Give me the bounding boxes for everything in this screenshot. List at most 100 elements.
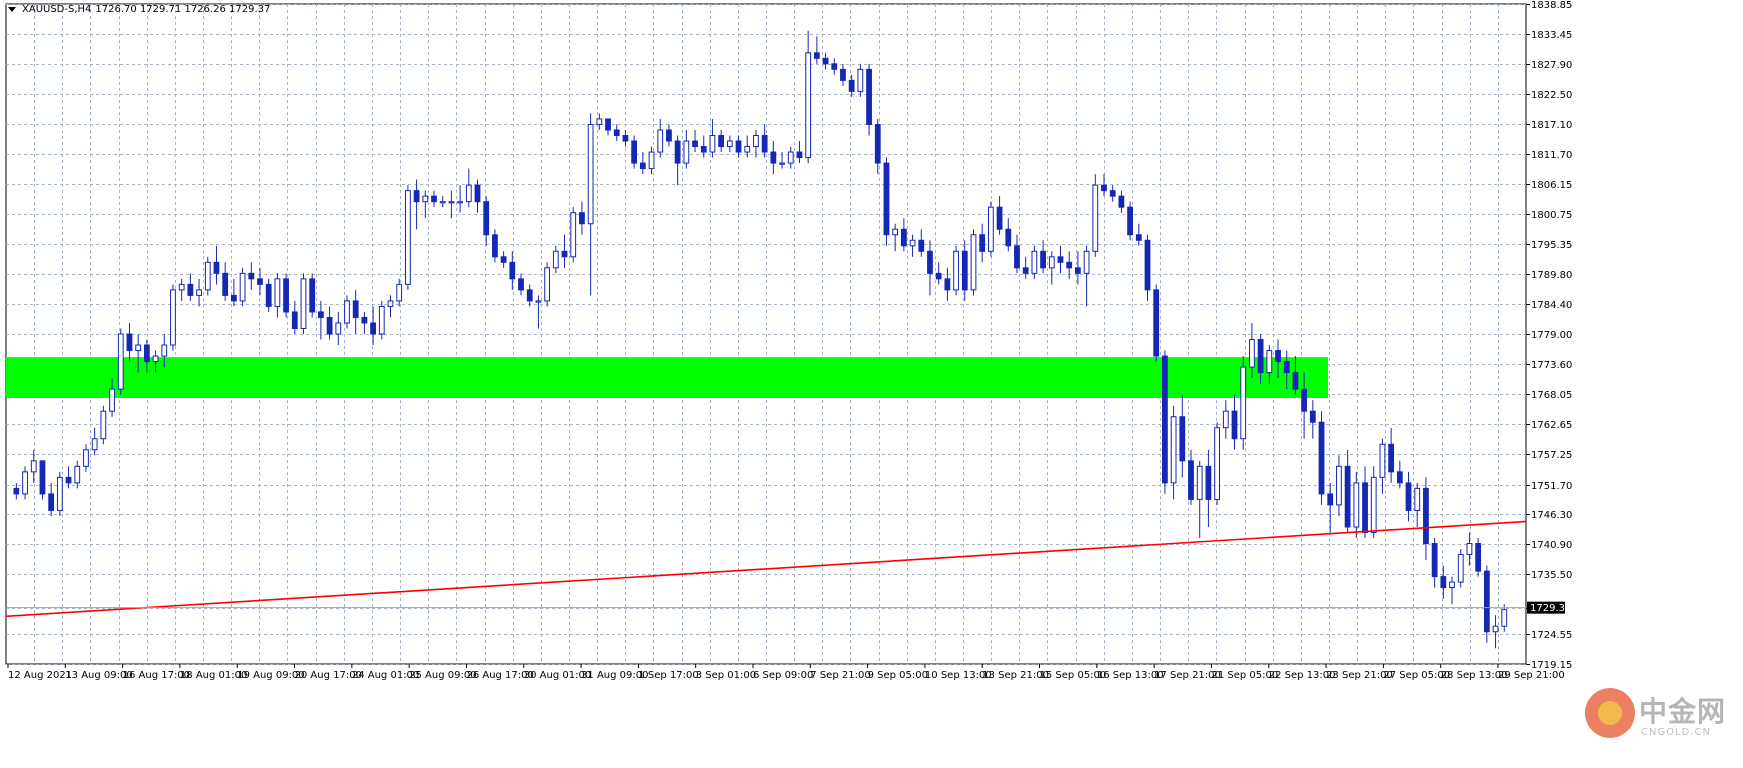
candle-body xyxy=(1109,190,1116,197)
y-tick-label: 1833.45 xyxy=(1531,30,1572,41)
candle-body xyxy=(1431,543,1438,578)
candle-body xyxy=(1092,184,1099,252)
candle-body xyxy=(1179,416,1186,462)
candle-body xyxy=(648,151,655,170)
candle-body xyxy=(518,278,524,291)
candle-body xyxy=(779,162,785,165)
chart-grid xyxy=(5,3,1527,665)
watermark-subtext: CNGOLD.CN xyxy=(1641,727,1711,738)
candle-body xyxy=(1423,487,1429,545)
candle-body xyxy=(613,129,620,137)
candle-body xyxy=(1501,609,1508,627)
candle-body xyxy=(30,460,37,473)
candle-body xyxy=(196,289,202,296)
candle-body xyxy=(570,212,577,258)
candle-body xyxy=(735,140,742,153)
candle-body xyxy=(918,239,925,252)
candle-body xyxy=(1240,366,1247,440)
candle-body xyxy=(39,460,46,495)
candle-body xyxy=(230,294,237,302)
candle-body xyxy=(1162,355,1168,484)
candle-body xyxy=(161,344,168,357)
candle-body xyxy=(605,118,611,131)
candle-body xyxy=(1188,460,1194,500)
candle-body xyxy=(405,190,411,285)
candles-layer xyxy=(13,30,1508,649)
watermark-dot-icon xyxy=(1598,701,1622,725)
candle-body xyxy=(1379,443,1386,478)
dropdown-triangle-icon[interactable] xyxy=(8,6,16,12)
candle-body xyxy=(1074,267,1081,274)
candle-body xyxy=(526,289,533,302)
candle-body xyxy=(692,140,698,148)
candle-body xyxy=(378,305,385,335)
candle-body xyxy=(204,261,211,291)
trendline[interactable] xyxy=(5,520,1527,618)
candle-body xyxy=(1135,234,1142,241)
candle-body xyxy=(1214,427,1221,500)
candle-body xyxy=(996,206,1003,230)
candle-body xyxy=(1066,261,1073,269)
candle-body xyxy=(883,162,890,236)
candle-body xyxy=(1396,471,1403,484)
candle-body xyxy=(48,493,55,511)
candle-body xyxy=(944,278,951,291)
candle-body xyxy=(1327,493,1334,506)
candle-body xyxy=(222,272,229,296)
x-tick-label: 12 Aug 2021 xyxy=(8,670,72,681)
candle-body xyxy=(1170,416,1177,484)
candle-body xyxy=(1292,372,1299,390)
chart-window[interactable]: 1838.85 1833.45 1827.90 1822.50 1817.10 1811.… xyxy=(0,0,1743,764)
y-tick-label: 1724.55 xyxy=(1531,630,1572,641)
candle-body xyxy=(1405,482,1412,511)
y-tick-label: 1784.40 xyxy=(1531,300,1572,311)
candle-body xyxy=(1196,465,1203,500)
candle-body xyxy=(74,465,81,484)
y-tick-label: 1757.25 xyxy=(1531,450,1572,461)
current-price-label: 1729.37 xyxy=(1530,603,1571,614)
support-zone[interactable] xyxy=(6,357,1328,398)
candle-body xyxy=(178,283,185,291)
y-tick-label: 1822.50 xyxy=(1531,90,1572,101)
candle-body xyxy=(187,283,194,296)
support-zone-layer xyxy=(6,357,1328,398)
candle-body xyxy=(979,234,986,252)
candle-body xyxy=(787,151,794,164)
candle-body xyxy=(709,135,716,153)
y-tick-label: 1751.70 xyxy=(1531,481,1572,492)
candle-body xyxy=(1483,570,1490,633)
candle-body xyxy=(1301,388,1308,412)
candle-body xyxy=(56,476,63,511)
x-tick-label: 7 Sep 21:00 xyxy=(810,670,870,681)
candle-body xyxy=(1475,543,1482,572)
candle-body xyxy=(465,184,472,203)
y-tick-label: 1768.05 xyxy=(1531,390,1572,401)
candle-body xyxy=(1022,267,1029,274)
candle-body xyxy=(1048,256,1055,269)
candle-body xyxy=(1457,554,1464,583)
candle-body xyxy=(1083,250,1090,274)
candle-body xyxy=(674,140,681,164)
candle-body xyxy=(900,228,907,247)
candle-body xyxy=(439,201,446,204)
y-tick-label: 1827.90 xyxy=(1531,60,1572,71)
candle-body xyxy=(1005,228,1012,247)
candle-body xyxy=(143,344,150,363)
candle-body xyxy=(509,261,516,280)
candle-body xyxy=(561,250,568,258)
candle-body xyxy=(352,300,359,318)
candle-body xyxy=(579,212,585,225)
candle-body xyxy=(422,195,429,203)
candle-body xyxy=(726,140,733,148)
candle-body xyxy=(335,322,342,335)
candle-body xyxy=(683,140,690,164)
candle-body xyxy=(596,118,603,125)
candle-body xyxy=(370,322,376,335)
candle-body xyxy=(657,129,664,153)
price-chart[interactable]: 1838.85 1833.45 1827.90 1822.50 1817.10 1811.… xyxy=(0,0,1743,764)
candle-body xyxy=(892,228,899,236)
candle-body xyxy=(126,333,133,352)
candle-body xyxy=(1231,410,1238,440)
candle-body xyxy=(874,123,881,164)
candle-body xyxy=(1353,482,1360,528)
